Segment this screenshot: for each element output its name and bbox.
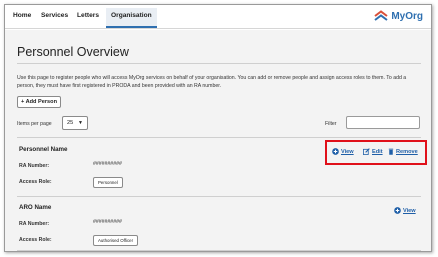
items-per-page-select[interactable]: 25 ▼ — [62, 116, 88, 130]
highlight-box — [325, 140, 427, 165]
ra-number-value: ########## — [93, 219, 122, 225]
chevron-stack-icon — [374, 10, 388, 21]
view-link-label: View — [403, 207, 416, 214]
nav-services[interactable]: Services — [41, 12, 68, 19]
title-divider — [17, 63, 421, 64]
list-divider — [17, 137, 421, 138]
filter-input[interactable] — [346, 116, 420, 129]
plus-circle-icon — [394, 207, 401, 214]
access-role-label: Access Role: — [19, 237, 52, 243]
add-person-button[interactable]: + Add Person — [17, 96, 61, 108]
chevron-down-icon: ▼ — [78, 120, 83, 126]
ra-number-label: RA Number: — [19, 163, 50, 169]
top-navigation: Home Services Letters Organisation MyOrg — [5, 5, 431, 29]
nav-organisation[interactable]: Organisation — [106, 8, 157, 28]
filter-label: Filter — [325, 121, 337, 127]
page-title: Personnel Overview — [17, 45, 129, 59]
list-divider — [17, 196, 421, 197]
myorg-logo[interactable]: MyOrg — [374, 10, 423, 22]
items-per-page-label: Items per page — [17, 121, 52, 127]
record-name: Personnel Name — [19, 146, 68, 153]
ra-number-value: ########## — [93, 161, 122, 167]
items-per-page-value: 25 — [67, 120, 74, 126]
list-divider — [17, 250, 421, 251]
nav-home[interactable]: Home — [13, 12, 31, 19]
ra-number-label: RA Number: — [19, 221, 50, 227]
view-link[interactable]: View — [394, 207, 416, 214]
main-content: Personnel Overview Use this page to regi… — [5, 30, 431, 251]
record-name: ARO Name — [19, 204, 52, 211]
browser-frame: Home Services Letters Organisation MyOrg… — [4, 4, 432, 252]
access-role-badge: Personnel — [93, 177, 123, 188]
nav-letters[interactable]: Letters — [77, 12, 99, 19]
access-role-badge: Authorised Officer — [93, 235, 139, 246]
intro-text: Use this page to register people who wil… — [17, 75, 407, 89]
access-role-label: Access Role: — [19, 179, 52, 185]
logo-text: MyOrg — [391, 10, 423, 22]
